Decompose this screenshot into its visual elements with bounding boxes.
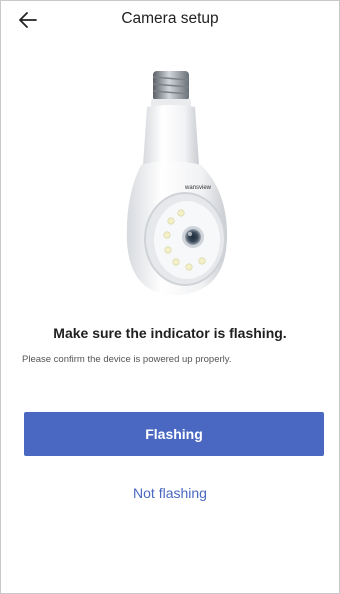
instruction-subtext: Please confirm the device is powered up … — [22, 354, 232, 365]
instruction-headline: Make sure the indicator is flashing. — [53, 325, 287, 341]
camera-setup-screen: Camera setup wansview Make sure the indi… — [0, 0, 340, 594]
bulb-camera-icon: wansview — [126, 71, 227, 296]
not-flashing-link[interactable]: Not flashing — [1, 485, 339, 501]
brand-logo-text: wansview — [184, 185, 212, 191]
header-bar: Camera setup — [1, 1, 339, 39]
page-title: Camera setup — [121, 10, 219, 27]
flashing-button[interactable]: Flashing — [24, 412, 324, 456]
